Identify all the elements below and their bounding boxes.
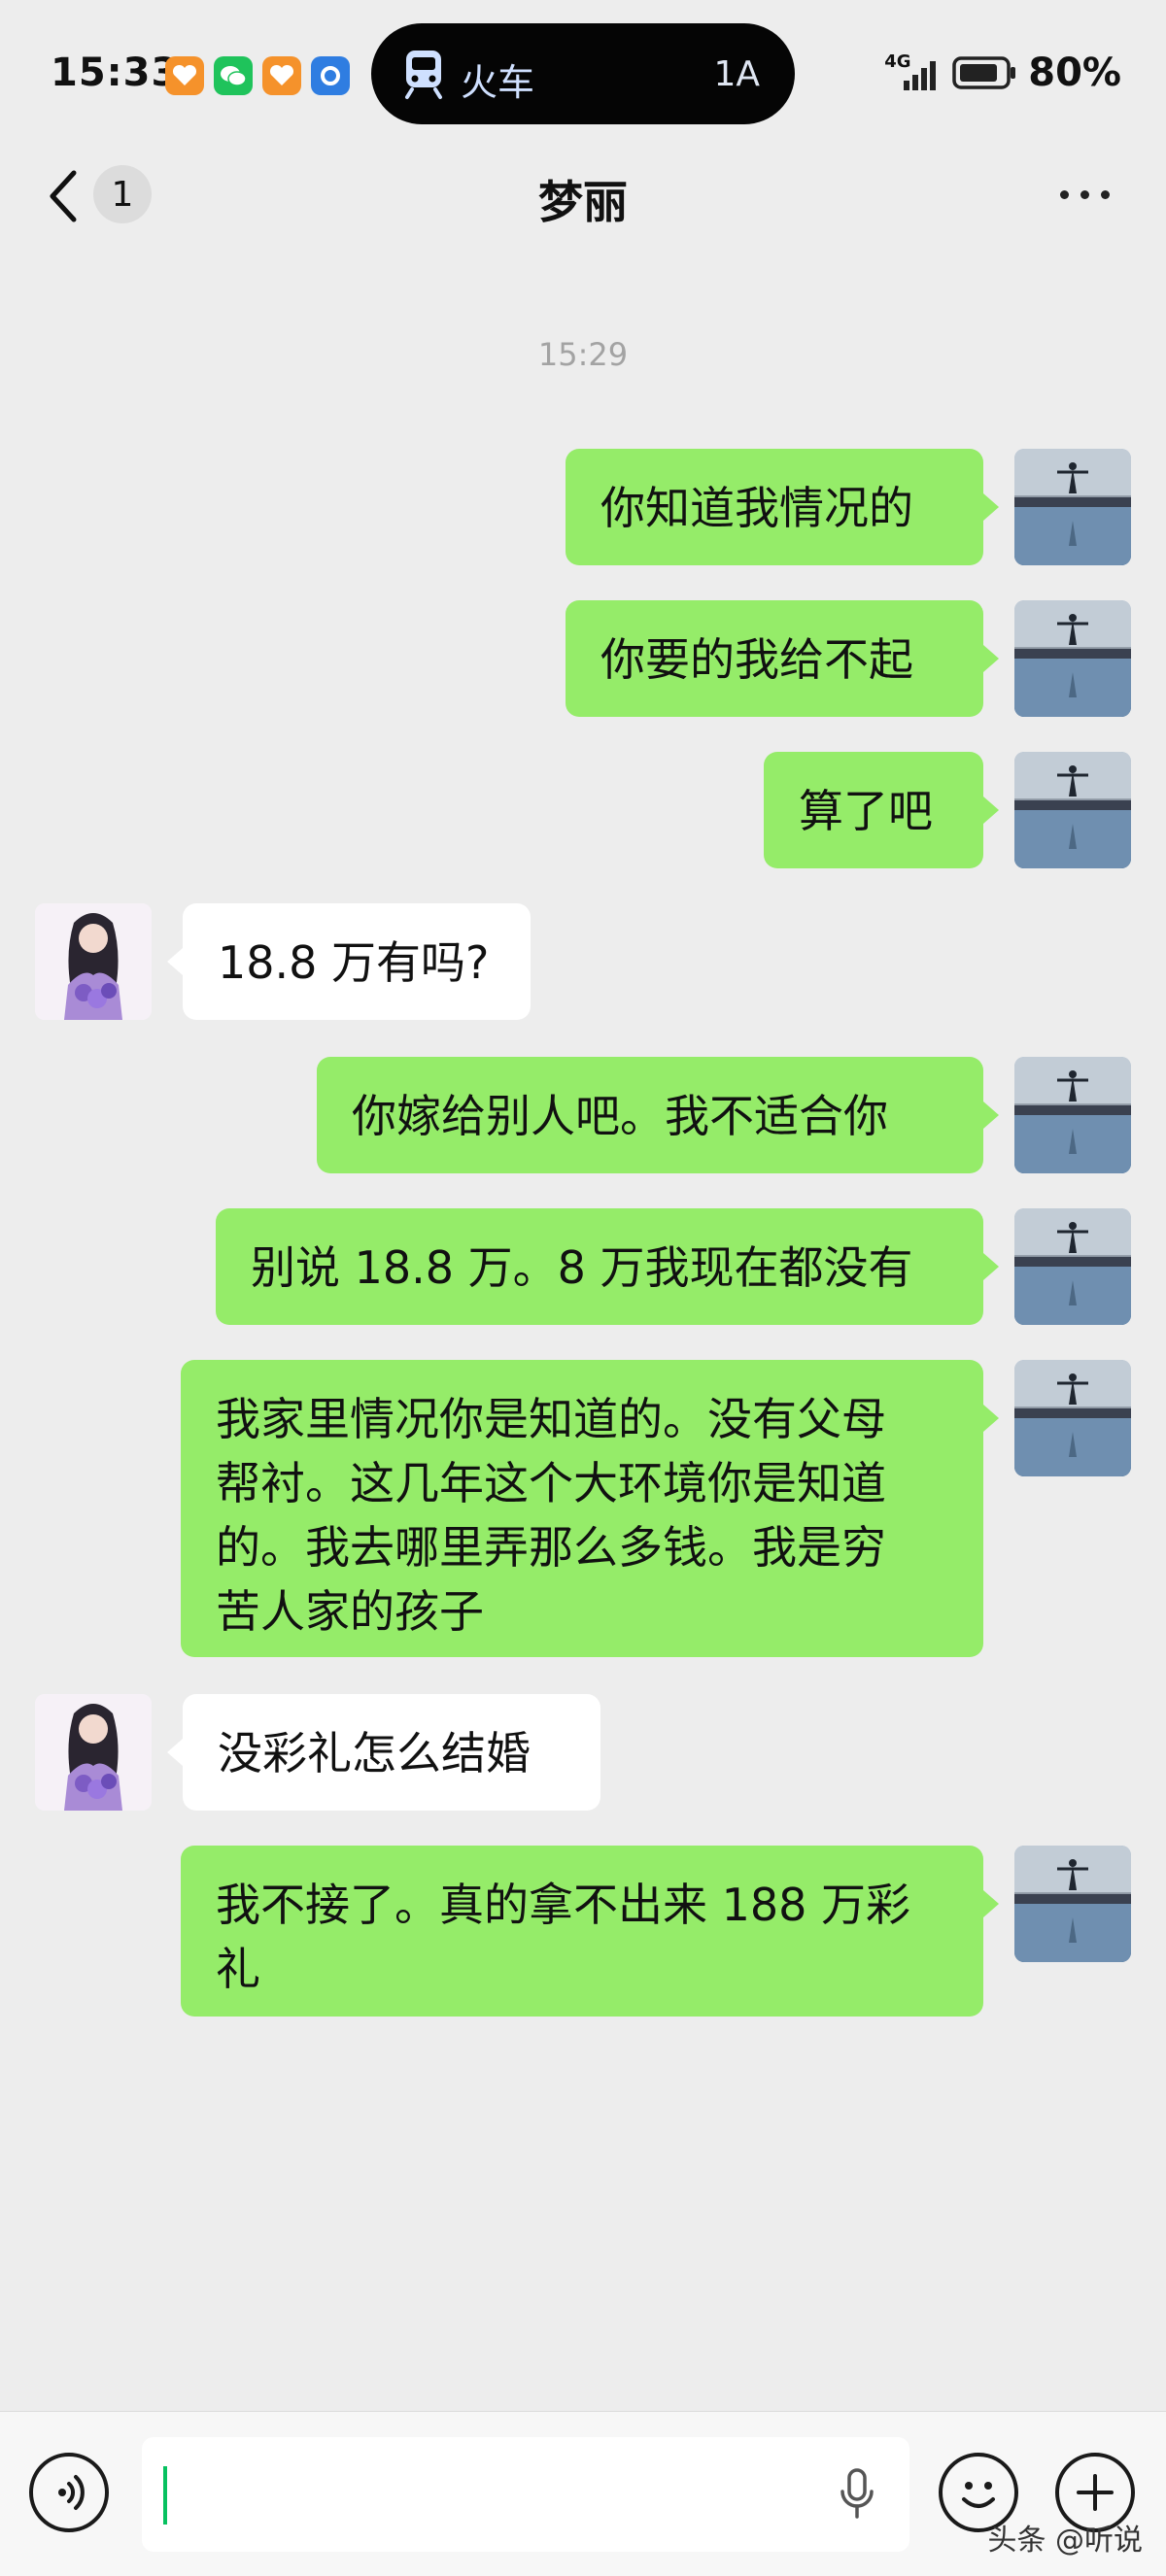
sent-message-bubble[interactable]: 你嫁给别人吧。我不适合你 [317,1057,983,1173]
island-label: 火车 [461,61,535,104]
right-status: 4G 80% [884,51,1121,95]
watermark: 头条 @听说 [987,2524,1143,2558]
battery-percent: 80% [1028,51,1121,95]
bubble-tail [983,797,999,824]
chat-title: 梦丽 [538,176,628,228]
sent-message-bubble[interactable]: 我不接了。真的拿不出来 188 万彩 礼 [181,1846,983,2017]
microphone-icon[interactable] [838,2466,876,2523]
heart-app-icon [165,56,204,95]
contact-avatar[interactable] [35,1694,152,1811]
bubble-tail [983,1405,999,1432]
voice-icon [58,2475,85,2510]
bubble-tail [983,493,999,521]
received-message-bubble[interactable]: 18.8 万有吗? [183,903,531,1020]
sent-message-bubble[interactable]: 算了吧 [764,752,983,868]
my-avatar[interactable] [1014,752,1131,868]
battery-icon [952,56,1016,89]
signal-icon: 4G [884,51,941,92]
sent-message-bubble[interactable]: 我家里情况你是知道的。没有父母 帮衬。这几年这个大环境你是知道 的。我去哪里弄那… [181,1360,983,1657]
text-caret [163,2466,167,2525]
wechat-icon [214,56,253,95]
sent-message-bubble[interactable]: 你要的我给不起 [566,600,983,717]
island-seat: 1A [713,54,760,94]
bubble-tail [983,1253,999,1280]
bubble-tail [167,948,183,975]
sent-message-bubble[interactable]: 你知道我情况的 [566,449,983,565]
bubble-tail [983,1890,999,1917]
status-time: 15:33 [51,51,180,95]
voice-mode-button[interactable] [29,2453,109,2532]
train-icon [405,51,442,99]
my-avatar[interactable] [1014,1057,1131,1173]
bubble-tail [983,1102,999,1129]
my-avatar[interactable] [1014,1360,1131,1476]
received-message-bubble[interactable]: 没彩礼怎么结婚 [183,1694,600,1811]
notification-icons [165,56,350,95]
bubble-tail [983,645,999,672]
message-input[interactable] [142,2437,909,2552]
sent-message-bubble[interactable]: 别说 18.8 万。8 万我现在都没有 [216,1208,983,1325]
contact-avatar[interactable] [35,903,152,1020]
my-avatar[interactable] [1014,449,1131,565]
heart-app-icon [262,56,301,95]
dynamic-island[interactable]: 火车 1A [371,23,795,124]
my-avatar[interactable] [1014,600,1131,717]
my-avatar[interactable] [1014,1208,1131,1325]
message-timestamp: 15:29 [537,336,629,373]
status-bar: 15:33 火车 1A 4G 80% [0,0,1166,146]
more-options-icon[interactable] [1060,190,1110,199]
my-avatar[interactable] [1014,1846,1131,1962]
bubble-tail [167,1739,183,1766]
blue-app-icon [311,56,350,95]
